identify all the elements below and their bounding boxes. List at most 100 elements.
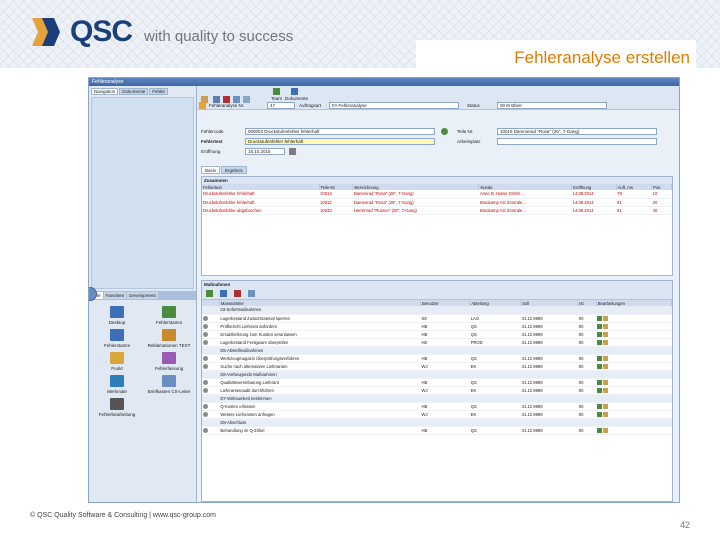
table-cell bbox=[596, 354, 672, 363]
group-row[interactable]: D7-Wirksamkeit bestimmen bbox=[202, 394, 672, 403]
nav-icon-item[interactable]: Fehlerfassung bbox=[145, 352, 193, 371]
table-row[interactable]: Q-Kosten erfassen HB QS 31.12.9999 00 bbox=[202, 402, 672, 411]
nav-icon-item[interactable]: Merkmale bbox=[93, 375, 141, 394]
tab-basis[interactable]: Basis bbox=[201, 166, 221, 174]
document-icon[interactable] bbox=[597, 411, 603, 417]
group-row[interactable]: D6-Vorbeugende Maßnahmen bbox=[202, 370, 672, 379]
action-icon[interactable] bbox=[203, 339, 208, 345]
add-icon[interactable] bbox=[206, 290, 213, 297]
documents-icon[interactable] bbox=[291, 88, 298, 95]
table-cell: HB bbox=[420, 402, 470, 411]
team-label[interactable]: Team bbox=[271, 96, 282, 101]
table-row[interactable]: Lieferantenaudit durchführen WJ EK 31.12.99… bbox=[202, 386, 672, 395]
left-tab[interactable]: Fehler bbox=[149, 88, 169, 95]
link-icon[interactable] bbox=[248, 290, 255, 297]
teile-field[interactable]: 10016 Dämmerad "Rosa" (26", 7-Gang) bbox=[497, 128, 657, 135]
action-icon[interactable] bbox=[203, 403, 208, 409]
delete-icon[interactable] bbox=[223, 96, 230, 103]
note-icon[interactable] bbox=[603, 355, 609, 361]
note-icon[interactable] bbox=[603, 379, 609, 385]
note-icon[interactable] bbox=[603, 411, 609, 417]
note-icon[interactable] bbox=[603, 331, 609, 337]
table-row[interactable]: Behandlung im Q-Zirkel HB QS 31.12.9999 00 bbox=[202, 426, 672, 435]
fehlercode-field[interactable]: 000003 Druckstufenfehler fehlerhaft bbox=[245, 128, 435, 135]
table-row[interactable]: Werkzeugmagazin Überprüfungsverfahren HB Q… bbox=[202, 354, 672, 363]
group-row[interactable]: 03-Sofortmaßnahmen bbox=[202, 306, 672, 315]
document-icon[interactable] bbox=[597, 387, 603, 393]
note-icon[interactable] bbox=[603, 315, 609, 321]
document-icon[interactable] bbox=[597, 363, 603, 369]
group-row[interactable]: D8-Abschluss bbox=[202, 418, 672, 427]
note-icon[interactable] bbox=[603, 427, 609, 433]
document-icon[interactable] bbox=[597, 379, 603, 385]
table-row[interactable]: Lagerbestand Fertigware überprüfen HE PROD… bbox=[202, 338, 672, 347]
nav-icon-item[interactable]: Fehlerstamm bbox=[93, 329, 141, 348]
table-row[interactable]: Druckstufenfehler abgebrochen 10033 Herren… bbox=[202, 206, 672, 215]
nav-icon-item[interactable]: Briefkasten CS-Leiter bbox=[145, 375, 193, 394]
table-row[interactable]: Druckstufenfehler fehlerhaft 10013 Damenra… bbox=[202, 190, 672, 199]
nav-icon-item[interactable]: Reklamationen TEXT bbox=[145, 329, 193, 348]
document-icon[interactable] bbox=[597, 339, 603, 345]
table-row[interactable]: Prüfbericht Lieferant anfordern HB QS 31.12… bbox=[202, 322, 672, 331]
left-tab-secondary[interactable]: Favoriten bbox=[103, 292, 127, 299]
status-label: Status bbox=[467, 103, 480, 108]
table-row[interactable]: Lagerbestand Zusatzmaterial sperren SE LAG… bbox=[202, 314, 672, 323]
document-icon[interactable] bbox=[597, 355, 603, 361]
action-icon[interactable] bbox=[203, 315, 208, 321]
team-icon[interactable] bbox=[273, 88, 280, 95]
document-icon[interactable] bbox=[597, 315, 603, 321]
left-tab[interactable]: Dokumente bbox=[119, 88, 149, 95]
table-row[interactable]: Suche nach alternativen Lieferanten WJ EK 3… bbox=[202, 362, 672, 371]
note-icon[interactable] bbox=[603, 363, 609, 369]
action-icon[interactable] bbox=[203, 411, 208, 417]
table-row[interactable]: Druckstufenfehler fehlerhaft 10012 Damenra… bbox=[202, 198, 672, 207]
table-row[interactable]: Ersatzlieferung zum Kunden veranlassen HB… bbox=[202, 330, 672, 339]
document-icon[interactable] bbox=[597, 427, 603, 433]
left-tab[interactable]: Navigation bbox=[91, 88, 119, 95]
lookup-icon[interactable] bbox=[441, 128, 448, 135]
action-icon[interactable] bbox=[203, 427, 208, 433]
note-icon[interactable] bbox=[603, 387, 609, 393]
print-icon[interactable] bbox=[233, 96, 240, 103]
note-icon[interactable] bbox=[603, 323, 609, 329]
documents-label[interactable]: Dokumente bbox=[285, 96, 308, 101]
nav-icon-item[interactable]: Desktop bbox=[93, 306, 141, 325]
table-row[interactable]: Weitere Lieferanten anfragen WJ EK 31.12.99… bbox=[202, 410, 672, 419]
document-icon[interactable] bbox=[597, 331, 603, 337]
arbeitsplatz-field[interactable] bbox=[497, 138, 657, 145]
fehlertext-field[interactable]: Druckstufenfehler fehlerhaft bbox=[245, 138, 435, 145]
save-icon[interactable] bbox=[213, 96, 220, 103]
note-icon[interactable] bbox=[603, 403, 609, 409]
table-cell: Damenrad "Rosa" (26", 7-Gang) bbox=[352, 190, 479, 199]
tab-ergebnis[interactable]: Ergebnis bbox=[221, 166, 247, 174]
nav-icon bbox=[110, 352, 124, 364]
action-icon[interactable] bbox=[203, 387, 208, 393]
action-icon[interactable] bbox=[203, 323, 208, 329]
action-icon[interactable] bbox=[203, 363, 208, 369]
left-tab-secondary[interactable]: Development bbox=[127, 292, 158, 299]
auftragsart-select[interactable]: FA Fehleranalyse bbox=[329, 102, 459, 109]
eroeffnung-field[interactable]: 15.10.2015 bbox=[245, 148, 285, 155]
calendar-icon[interactable] bbox=[289, 148, 296, 155]
action-icon[interactable] bbox=[203, 379, 208, 385]
document-icon[interactable] bbox=[597, 323, 603, 329]
action-icon[interactable] bbox=[203, 331, 208, 337]
document-icon[interactable] bbox=[597, 403, 603, 409]
group-label: D6-Vorbeugende Maßnahmen bbox=[219, 370, 672, 379]
note-icon[interactable] bbox=[603, 339, 609, 345]
nav-icon-item[interactable]: Punkt bbox=[93, 352, 141, 371]
group-row[interactable]: D5-Abstellmaßnahmen bbox=[202, 346, 672, 355]
nav-icon-item[interactable]: Fehlerbearbeitung bbox=[93, 398, 141, 417]
left-tree-panel bbox=[91, 97, 194, 289]
remove-row-icon[interactable] bbox=[234, 290, 241, 297]
table-row[interactable]: Qualitätsvereinbarung Lieferant HB QS 31.12… bbox=[202, 378, 672, 387]
edit-row-icon[interactable] bbox=[220, 290, 227, 297]
action-icon[interactable] bbox=[203, 355, 208, 361]
table-cell: 10033 bbox=[319, 206, 353, 215]
fehleranalyse-field[interactable]: 47 bbox=[267, 102, 295, 109]
table-cell: 00 bbox=[577, 362, 597, 371]
nav-icon-item[interactable]: Fehlerstamm bbox=[145, 306, 193, 325]
nav-icon-label: Fehlerfassung bbox=[154, 366, 184, 371]
refresh-icon[interactable] bbox=[243, 96, 250, 103]
status-select[interactable]: 00 Erstfeer bbox=[497, 102, 607, 109]
